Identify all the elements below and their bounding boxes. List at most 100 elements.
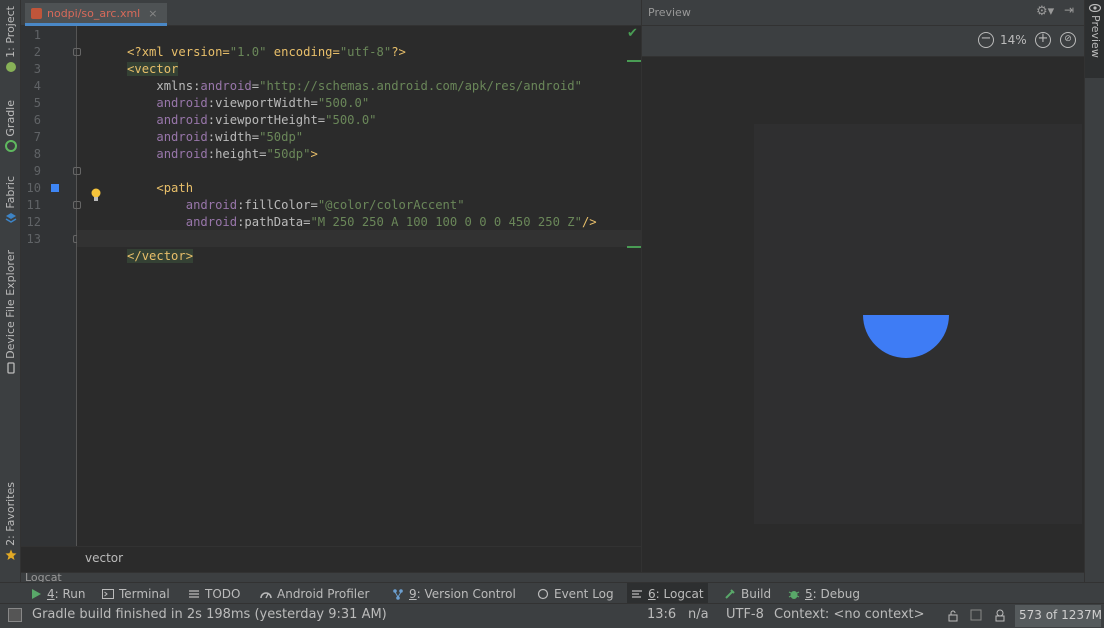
tool-window-label: Build — [741, 586, 772, 601]
run-icon — [32, 588, 41, 599]
tool-window-build[interactable]: Build — [720, 583, 775, 604]
build-icon — [725, 588, 735, 599]
editor-tab-bar: nodpi/so_arc.xml × — [21, 0, 641, 26]
tool-tab-project[interactable]: 1: Project — [0, 6, 21, 73]
code-token: :pathData= — [237, 215, 311, 229]
zoom-out-icon[interactable]: − — [978, 32, 994, 48]
tool-window-number: 5 — [805, 586, 813, 601]
tool-tab-project-label: 1: Project — [4, 6, 17, 58]
logcat-panel-header: Logcat — [21, 572, 1084, 582]
preview-panel: Preview ⚙▾ ⇥ − 14% + ⊘ — [641, 0, 1085, 572]
fold-marker[interactable] — [73, 167, 81, 175]
code-token: "500.0" — [325, 113, 377, 127]
tool-window-event-log[interactable]: Event Log — [533, 583, 618, 604]
hide-panel-icon[interactable]: ⇥ — [1064, 3, 1074, 17]
editor-gutter: 1 2 3 4 5 6 7 8 9 10 11 12 13 — [21, 26, 81, 546]
left-tool-strip: 1: Project Gradle Fabric Device File Exp… — [0, 0, 21, 582]
device-icon — [6, 362, 15, 374]
context-selector[interactable]: Context: <no context> — [774, 607, 925, 622]
vcs-icon — [393, 588, 403, 600]
code-token: :height= — [207, 147, 267, 161]
tool-window-android-profiler[interactable]: Android Profiler — [256, 583, 373, 604]
code-line: android:viewportWidth="500.0" — [83, 78, 369, 110]
zoom-fit-icon[interactable]: ⊘ — [1060, 32, 1076, 48]
tool-tab-preview[interactable]: Preview — [1085, 0, 1104, 78]
fold-marker[interactable] — [73, 201, 81, 209]
half-circle-path — [863, 315, 949, 358]
bookmark-marker[interactable] — [51, 184, 59, 192]
line-number: 1 — [33, 28, 41, 42]
xml-file-icon — [31, 7, 42, 19]
code-token: "utf-8" — [339, 45, 392, 59]
line-number: 10 — [26, 181, 41, 195]
tool-window-number: 4 — [47, 586, 55, 601]
lock-icon[interactable] — [948, 610, 958, 622]
fold-marker[interactable] — [73, 48, 81, 56]
scroll-marker[interactable] — [627, 246, 641, 248]
file-encoding[interactable]: UTF-8 — [726, 607, 764, 622]
memory-indicator[interactable]: 573 of 1237M — [1015, 605, 1102, 627]
terminal-icon — [102, 588, 114, 599]
fabric-icon — [5, 212, 16, 223]
code-token: > — [310, 147, 318, 161]
gradle-icon — [4, 139, 17, 152]
tool-windows-toggle-icon[interactable] — [8, 608, 22, 622]
tool-tab-device-file-explorer[interactable]: Device File Explorer — [0, 250, 21, 374]
breadcrumb: vector — [21, 546, 641, 572]
right-tool-strip: Preview — [1084, 0, 1104, 582]
tool-window-label: Android Profiler — [277, 586, 370, 601]
git-status-icon[interactable] — [970, 609, 982, 621]
preview-zoom-toolbar: − 14% + ⊘ — [642, 26, 1085, 57]
star-icon — [5, 549, 16, 560]
tool-tab-fabric[interactable]: Fabric — [0, 176, 21, 224]
tool-tab-gradle[interactable]: Gradle — [0, 100, 21, 152]
tool-window-run[interactable]: 4: Run — [26, 583, 90, 604]
breadcrumb-item[interactable]: vector — [85, 551, 123, 565]
line-separator[interactable]: n/a — [688, 607, 709, 622]
code-line: android:height="50dp"> — [83, 129, 317, 161]
code-line: xmlns:android="http://schemas.android.co… — [83, 61, 582, 93]
code-token: android — [127, 147, 208, 161]
preview-canvas — [642, 58, 1085, 572]
code-token: encoding= — [266, 45, 340, 59]
code-token: ?> — [391, 45, 406, 59]
preview-header: Preview ⚙▾ ⇥ — [642, 0, 1085, 26]
line-number: 7 — [33, 130, 41, 144]
tool-window-terminal[interactable]: Terminal — [98, 583, 174, 604]
eye-icon — [1089, 4, 1101, 12]
profiler-icon — [260, 591, 272, 598]
line-number: 3 — [33, 62, 41, 76]
scroll-marker[interactable] — [627, 60, 641, 62]
inspector-icon[interactable] — [994, 609, 1006, 622]
zoom-in-icon[interactable]: + — [1035, 32, 1051, 48]
tool-window-label: Terminal — [119, 586, 170, 601]
tool-window-version-control[interactable]: 9: Version Control — [388, 583, 520, 604]
tool-window-label: : Run — [54, 586, 86, 601]
close-tab-icon[interactable]: × — [148, 7, 157, 20]
line-number: 4 — [33, 79, 41, 93]
todo-icon — [189, 589, 199, 598]
code-line: android:pathData="M 250 250 A 100 100 0 … — [83, 197, 597, 229]
gear-icon[interactable]: ⚙▾ — [1036, 4, 1054, 19]
code-line: </vector> — [83, 231, 194, 263]
status-message[interactable]: Gradle build finished in 2s 198ms (yeste… — [32, 607, 387, 622]
line-number: 11 — [26, 198, 41, 212]
status-bar: Gradle build finished in 2s 198ms (yeste… — [0, 603, 1104, 628]
project-icon — [5, 61, 16, 72]
tool-tab-favorites[interactable]: 2: Favorites — [0, 482, 21, 561]
code-line: android:width="50dp" — [83, 112, 303, 144]
vector-preview-shape — [863, 315, 949, 358]
tool-window-label: Event Log — [554, 586, 614, 601]
tool-window-debug[interactable]: 5: Debug — [784, 583, 864, 604]
tool-window-logcat[interactable]: 6: Logcat — [627, 583, 708, 604]
line-number: 13 — [26, 232, 41, 246]
debug-icon — [788, 590, 800, 599]
caret-position[interactable]: 13:6 — [647, 607, 676, 622]
code-area[interactable]: <?xml version="1.0" encoding="utf-8"?> <… — [83, 27, 639, 547]
preview-title: Preview — [648, 6, 691, 19]
editor-file-tab-label: nodpi/so_arc.xml — [47, 6, 141, 20]
code-token: android — [127, 215, 238, 229]
editor-file-tab[interactable]: nodpi/so_arc.xml × — [25, 3, 167, 26]
tool-tab-gradle-label: Gradle — [4, 100, 17, 137]
tool-window-todo[interactable]: TODO — [184, 583, 244, 604]
